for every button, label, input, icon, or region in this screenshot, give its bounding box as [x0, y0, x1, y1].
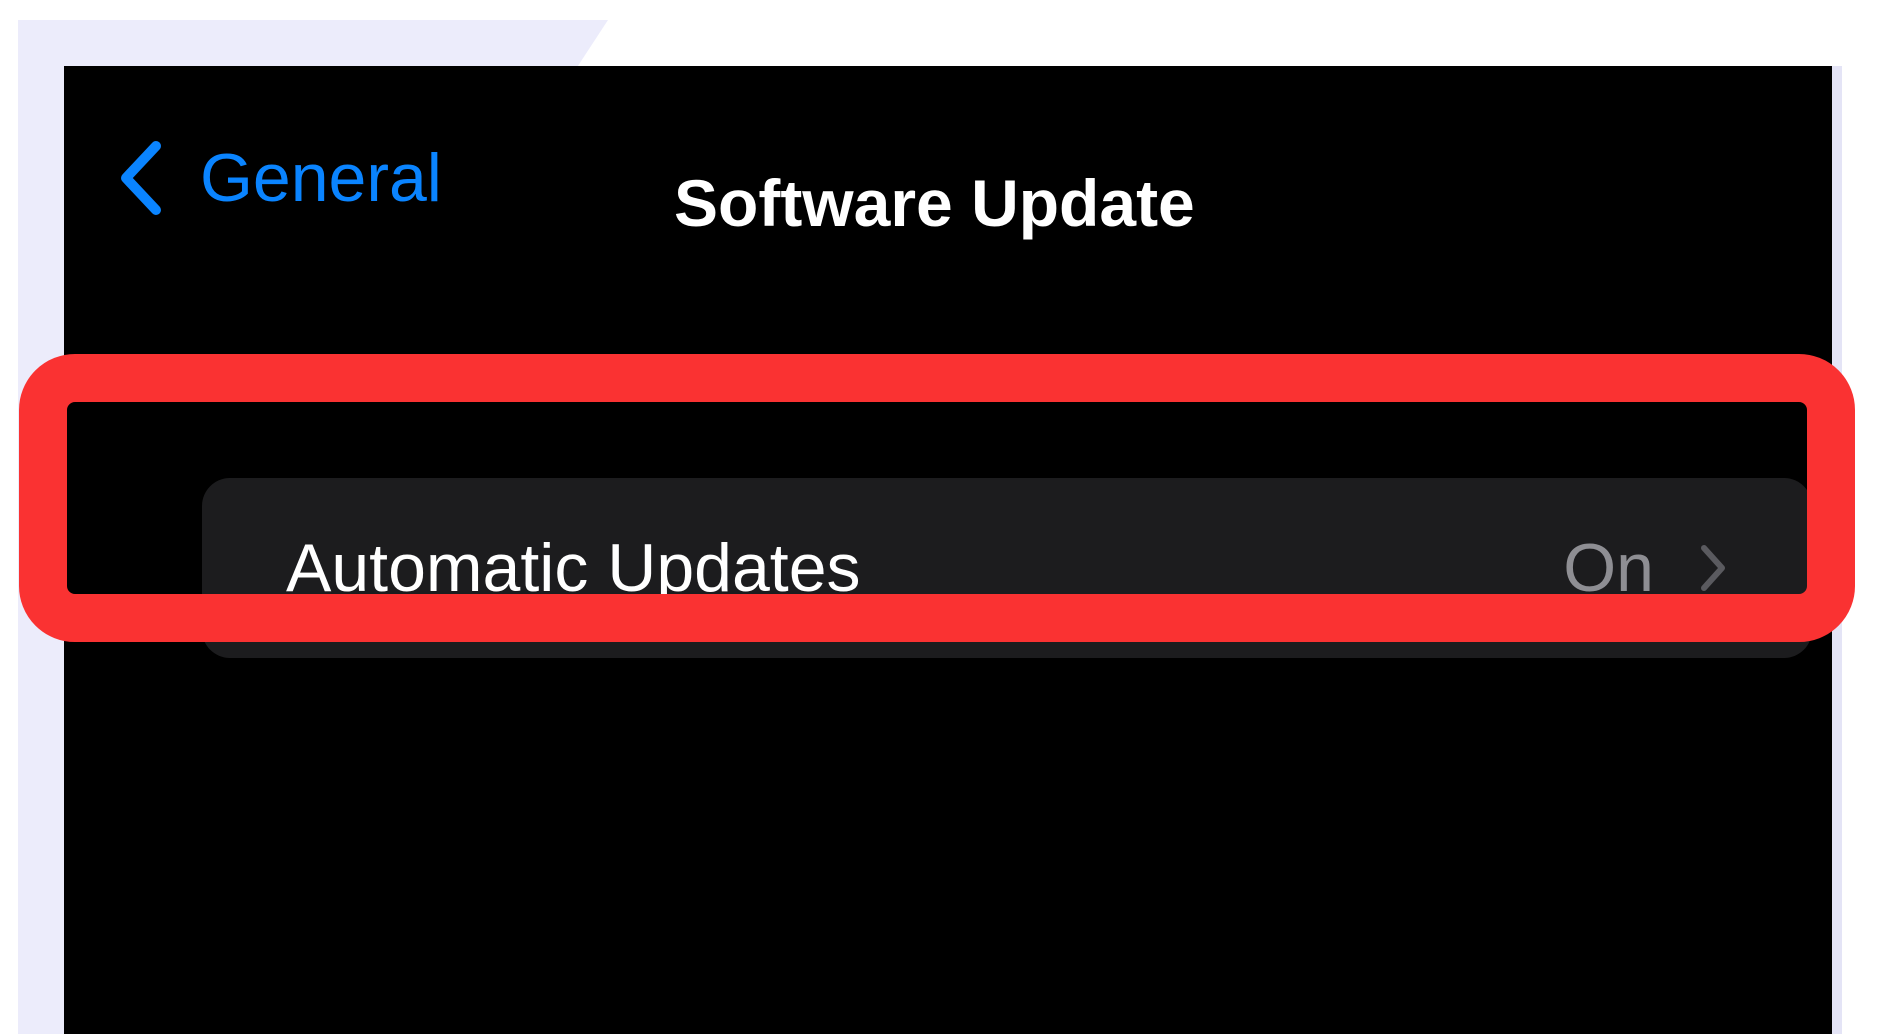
page-title: Software Update: [674, 166, 1195, 240]
back-button[interactable]: General: [116, 128, 442, 228]
back-button-label: General: [200, 140, 442, 216]
row-value: On: [1563, 530, 1654, 606]
row-value-group: On: [1563, 534, 1728, 602]
chevron-right-icon: [1701, 545, 1725, 591]
row-label: Automatic Updates: [286, 530, 861, 606]
automatic-updates-row[interactable]: Automatic Updates On: [202, 478, 1812, 658]
navigation-bar: General Software Update: [64, 66, 1832, 286]
phone-screen: General Software Update Automatic Update…: [64, 66, 1832, 1034]
chevron-left-icon: [121, 141, 161, 215]
